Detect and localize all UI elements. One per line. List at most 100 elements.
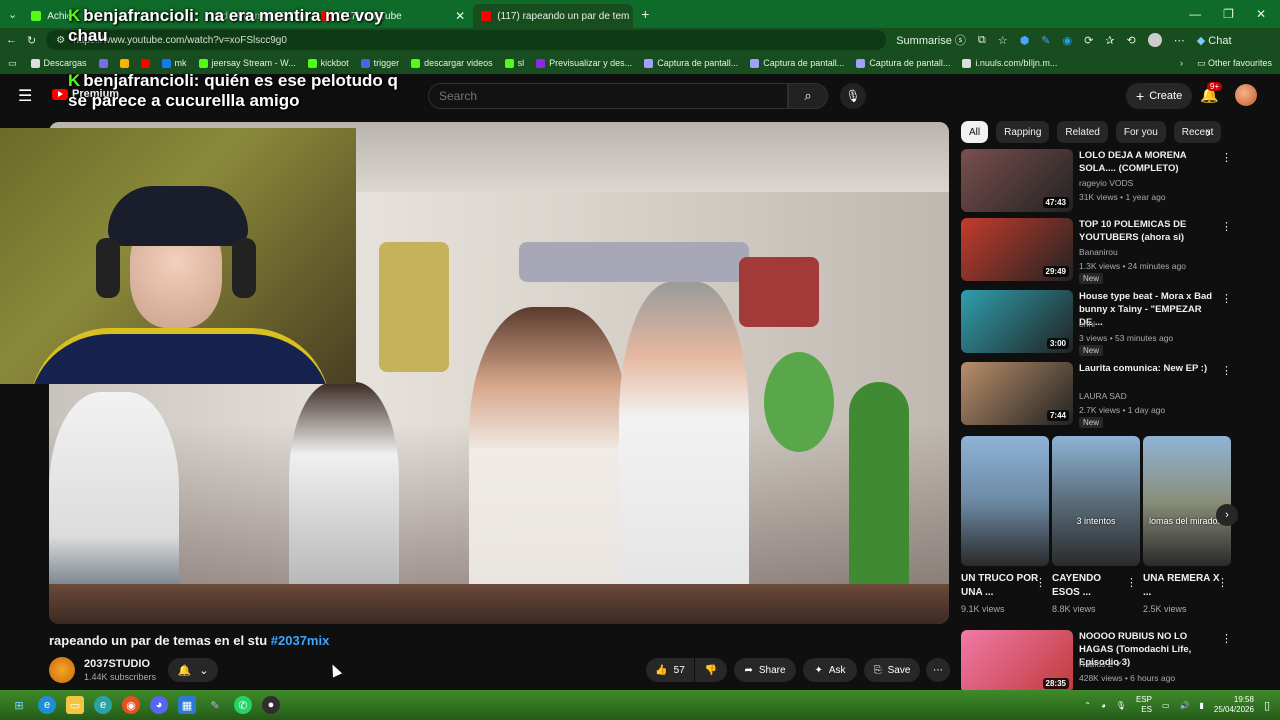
minimize-icon[interactable]: —: [1189, 7, 1201, 21]
video-thumbnail[interactable]: 28:35: [961, 630, 1073, 693]
bookmark-item[interactable]: sl: [504, 58, 524, 68]
video-thumbnail[interactable]: 47:43: [961, 149, 1073, 212]
discord-tray-icon[interactable]: ◕: [1101, 701, 1106, 710]
extensions-icon[interactable]: ⧉: [978, 34, 986, 47]
refresh-icon[interactable]: ↻: [27, 34, 36, 47]
more-vertical-icon[interactable]: ⋮: [1221, 292, 1232, 305]
filter-chip[interactable]: All: [961, 121, 989, 143]
obs-icon[interactable]: ●: [262, 696, 280, 714]
account-avatar[interactable]: [1235, 84, 1257, 106]
more-vertical-icon[interactable]: ⋮: [1221, 151, 1232, 164]
more-vertical-icon[interactable]: ⋮: [1221, 220, 1232, 233]
chevron-right-icon[interactable]: ›: [1206, 124, 1211, 140]
recommendation-title[interactable]: House type beat - Mora x Bad bunny x Tai…: [1079, 290, 1217, 329]
recommendation-title[interactable]: TOP 10 POLEMICAS DE YOUTUBERS (ahora si): [1079, 218, 1217, 244]
site-info-icon[interactable]: ⚙: [56, 35, 65, 46]
recommendation-channel[interactable]: Bananirou: [1079, 247, 1118, 257]
video-thumbnail[interactable]: 7:44: [961, 362, 1073, 425]
short-thumbnail[interactable]: lomas del mirado...: [1143, 436, 1231, 566]
recommendation-item[interactable]: 47:43 LOLO DEJA A MORENA SOLA.... (COMPLE…: [961, 149, 1232, 213]
share-button[interactable]: ➦ Share: [734, 658, 796, 682]
close-tab-icon[interactable]: ✕: [455, 9, 465, 23]
other-favourites[interactable]: ▭ Other favourites: [1197, 58, 1272, 69]
filter-chip[interactable]: Recent: [1173, 121, 1222, 143]
recommendation-channel[interactable]: enni: [1079, 319, 1095, 329]
more-vertical-icon[interactable]: ⋮: [1035, 576, 1046, 589]
bookmark-item[interactable]: mk: [161, 58, 187, 68]
filter-chip[interactable]: Related: [1057, 121, 1108, 143]
short-title[interactable]: CAYENDO ESOS ...: [1052, 572, 1130, 600]
chevron-right-icon[interactable]: ›: [1180, 58, 1183, 68]
tab-actions-icon[interactable]: ⌄: [8, 8, 17, 21]
recommendation-channel[interactable]: rageyio VODS: [1079, 178, 1133, 188]
profile-avatar[interactable]: [1147, 33, 1162, 47]
bookmark-item[interactable]: descargar videos: [411, 58, 493, 68]
more-actions-button[interactable]: ⋯: [926, 658, 950, 682]
notifications-icon[interactable]: ▯: [1264, 699, 1270, 712]
favorites-icon[interactable]: ✰: [1105, 34, 1114, 47]
clock[interactable]: 19:58 25/04/2026: [1214, 695, 1254, 715]
ask-button[interactable]: ✦ Ask: [803, 658, 857, 682]
language-indicator[interactable]: ESP ES: [1136, 695, 1152, 715]
filter-chip[interactable]: Rapping: [996, 121, 1050, 143]
hashtag-link[interactable]: #2037mix: [271, 633, 330, 648]
recommendation-title[interactable]: Laurita comunica: New EP :): [1079, 362, 1217, 375]
bookmark-item[interactable]: Captura de pantall...: [856, 58, 950, 68]
reading-list-icon[interactable]: ▭: [8, 58, 17, 69]
bookmark-item[interactable]: Captura de pantall...: [644, 58, 738, 68]
volume-icon[interactable]: 🔊: [1180, 701, 1190, 710]
edge-icon[interactable]: e: [38, 696, 56, 714]
windows-start-icon[interactable]: ⊞: [10, 696, 28, 714]
more-vertical-icon[interactable]: ⋮: [1126, 576, 1137, 589]
bookmark-item[interactable]: [119, 58, 129, 68]
bookmark-item[interactable]: kickbot: [307, 58, 349, 68]
video-thumbnail[interactable]: 3:00: [961, 290, 1073, 353]
chevron-up-icon[interactable]: ⌃: [1084, 701, 1091, 710]
recommendation-channel[interactable]: Rubius Z ✔: [1079, 659, 1123, 670]
file-explorer-icon[interactable]: ▭: [66, 696, 84, 714]
short-title[interactable]: UN TRUCO POR UNA ...: [961, 572, 1039, 600]
shorts-next-button[interactable]: ›: [1216, 504, 1238, 526]
filter-chip[interactable]: For you: [1115, 121, 1166, 143]
recommendation-channel[interactable]: LAURA SAD: [1079, 391, 1127, 401]
bookmark-item[interactable]: Captura de pantall...: [750, 58, 844, 68]
summarise-button[interactable]: Summarise ⓢ: [896, 32, 966, 48]
bookmark-item[interactable]: [98, 58, 108, 68]
channel-avatar[interactable]: [49, 657, 75, 683]
voice-search-button[interactable]: 🎙: [840, 83, 866, 109]
save-button[interactable]: ⎘ Save: [864, 658, 920, 682]
video-thumbnail[interactable]: 29:49: [961, 218, 1073, 281]
bookmark-item[interactable]: jeersay Stream - W...: [198, 58, 296, 68]
back-icon[interactable]: ←: [6, 34, 17, 46]
mic-tray-icon[interactable]: 🎙: [1116, 701, 1126, 710]
create-button[interactable]: + Create: [1126, 83, 1193, 109]
like-button[interactable]: 👍 57: [646, 658, 694, 682]
network-icon[interactable]: ▭: [1162, 701, 1170, 710]
star-icon[interactable]: ☆: [998, 34, 1008, 47]
brave-icon[interactable]: ◉: [122, 696, 140, 714]
more-vertical-icon[interactable]: ⋮: [1221, 632, 1232, 645]
maximize-icon[interactable]: ❐: [1223, 7, 1234, 21]
store-icon[interactable]: ▦: [178, 696, 196, 714]
bookmark-item[interactable]: Previsualizar y des...: [536, 58, 632, 68]
recommendation-item[interactable]: 28:35 NOOOO RUBIUS NO LO HAGAS (Tomodach…: [961, 630, 1232, 694]
extension-icon[interactable]: ✎: [1041, 34, 1050, 47]
search-button[interactable]: ⌕: [788, 83, 828, 109]
refresh-ext-icon[interactable]: ⟳: [1084, 34, 1093, 47]
search-input[interactable]: [429, 84, 787, 108]
bookmark-item[interactable]: i.nuuls.com/bIljn.m...: [962, 58, 1057, 68]
more-icon[interactable]: ⋯: [1174, 34, 1185, 47]
more-vertical-icon[interactable]: ⋮: [1221, 364, 1232, 377]
short-thumbnail[interactable]: 3 intentos: [1052, 436, 1140, 566]
dislike-button[interactable]: 👎: [695, 658, 727, 682]
close-window-icon[interactable]: ✕: [1256, 7, 1266, 21]
recommendation-item[interactable]: 7:44 Laurita comunica: New EP :) LAURA SAD…: [961, 362, 1232, 428]
copilot-chat-button[interactable]: ◆ Chat: [1197, 34, 1232, 47]
bookmark-item[interactable]: Descargas: [30, 58, 87, 68]
battery-icon[interactable]: ▮: [1199, 701, 1203, 710]
short-title[interactable]: UNA REMERA X ...: [1143, 572, 1221, 600]
more-vertical-icon[interactable]: ⋮: [1217, 576, 1228, 589]
channel-name[interactable]: 2037STUDIO: [84, 658, 150, 670]
edge-dev-icon[interactable]: e: [94, 696, 112, 714]
bookmark-item[interactable]: [140, 58, 150, 68]
